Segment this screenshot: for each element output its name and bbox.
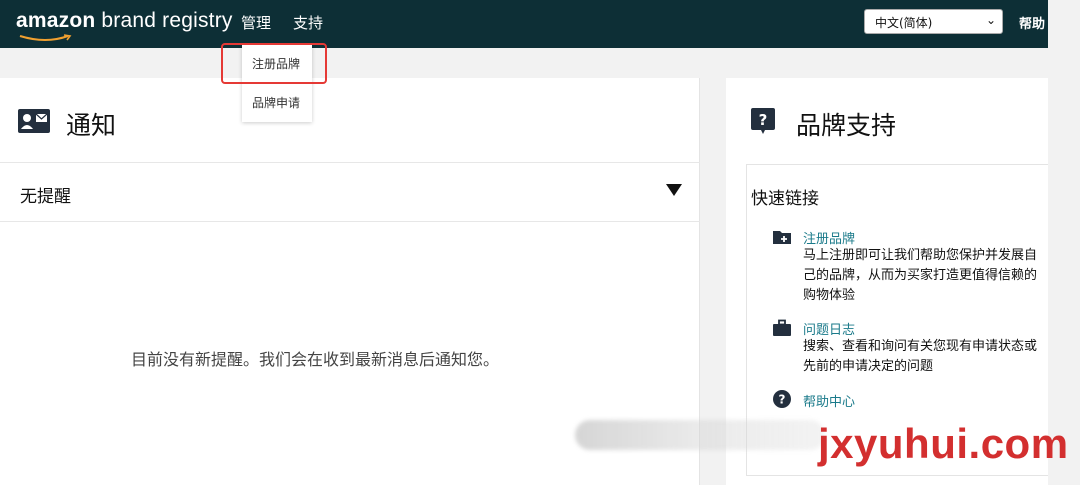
notification-filter[interactable]: 无提醒 (0, 164, 700, 222)
blurred-region (575, 420, 825, 450)
nav-manage[interactable]: 管理 (241, 12, 271, 33)
quick-links-title: 快速链接 (751, 189, 819, 209)
id-card-icon (18, 109, 50, 133)
link-issue-log-desc: 搜索、查看和询问有关您现有申请状态或先前的申请决定的问题 (803, 339, 1038, 374)
notifications-title: 通知 (66, 111, 117, 140)
brand-registry-logo[interactable]: amazon brand registry (16, 9, 233, 41)
link-issue-log[interactable]: 问题日志 (803, 319, 855, 338)
briefcase-icon (773, 319, 791, 336)
svg-text:?: ? (779, 393, 786, 407)
top-bar: amazon brand registry 管理 支持 中文(简体) ⌄ 帮助 (0, 0, 1048, 48)
nav-support[interactable]: 支持 (293, 12, 323, 33)
logo-text-bold: amazon (16, 9, 96, 32)
caret-down-icon[interactable] (666, 184, 682, 196)
folder-plus-icon (773, 231, 791, 244)
language-select[interactable]: 中文(简体) ⌄ (864, 9, 1003, 34)
brand-support-title: 品牌支持 (796, 111, 897, 140)
help-link[interactable]: 帮助 (1019, 13, 1045, 32)
highlight-annotation (221, 43, 327, 84)
question-square-icon: ? (751, 108, 775, 134)
filter-label: 无提醒 (20, 187, 71, 207)
empty-notifications-message: 目前没有新提醒。我们会在收到最新消息后通知您。 (131, 350, 500, 369)
question-circle-icon: ? (773, 390, 791, 408)
link-help-center[interactable]: 帮助中心 (803, 391, 855, 410)
watermark-text: jxyuhui.com (818, 420, 1069, 467)
logo-text-rest: brand registry (95, 9, 233, 32)
link-register-brand[interactable]: 注册品牌 (803, 228, 855, 247)
link-register-brand-desc: 马上注册即可让我们帮助您保护并发展自己的品牌，从而为买家打造更值得信赖的购物体验 (803, 248, 1038, 303)
notifications-header: 通知 (0, 78, 700, 163)
language-value: 中文(简体) (875, 16, 933, 30)
chevron-down-icon: ⌄ (985, 13, 996, 27)
amazon-smile-icon (19, 34, 72, 41)
menu-item-brand-applications[interactable]: 品牌申请 (252, 94, 300, 111)
svg-text:?: ? (759, 111, 768, 129)
